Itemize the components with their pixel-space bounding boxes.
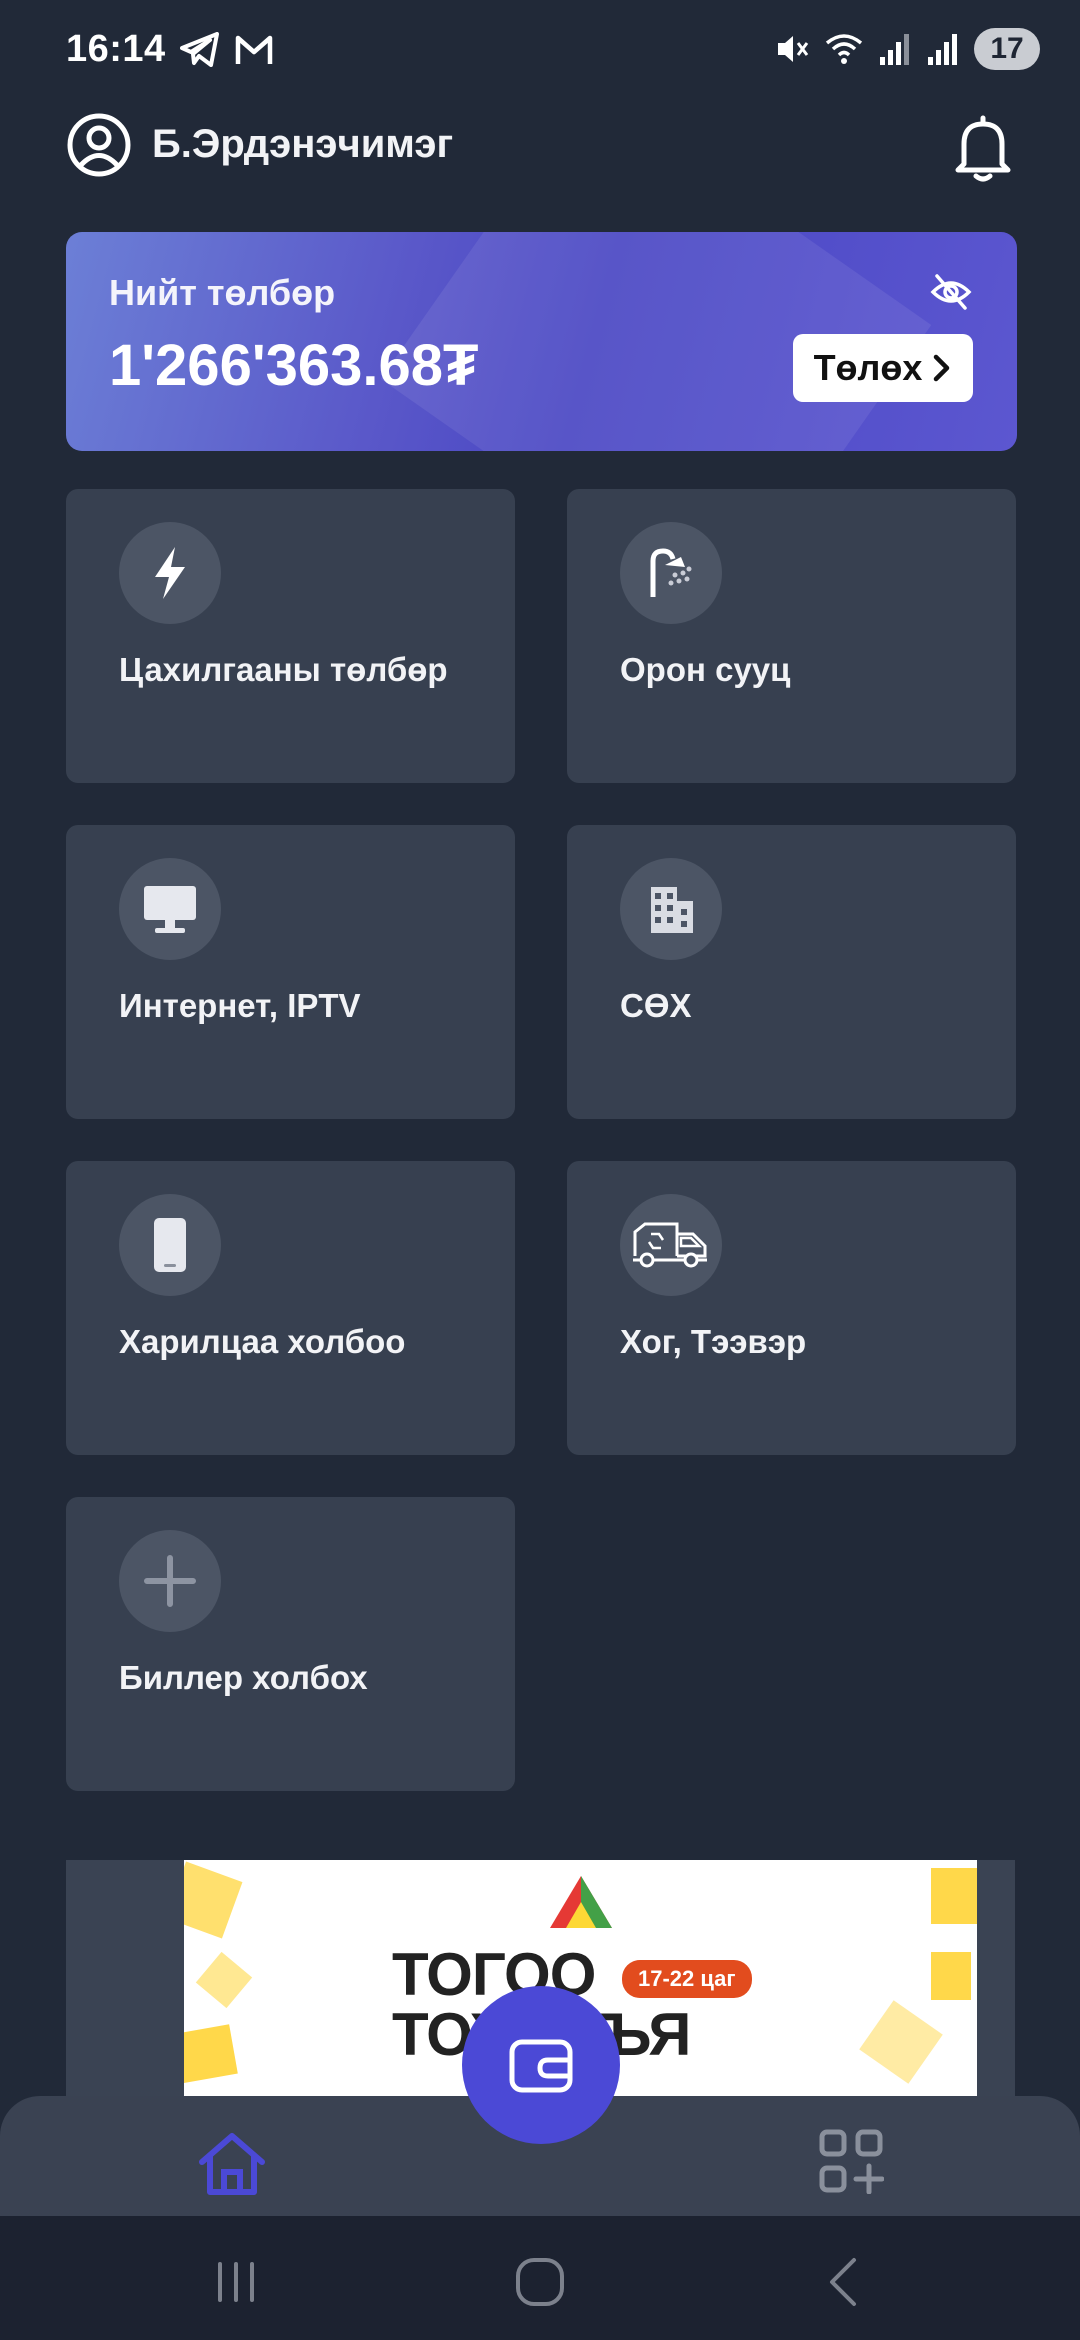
tile-waste-transport[interactable]: Хог, Тээвэр: [567, 1161, 1016, 1455]
bell-icon[interactable]: [950, 112, 1016, 184]
tile-electricity[interactable]: Цахилгааны төлбөр: [66, 489, 515, 783]
wallet-icon: [509, 2039, 573, 2093]
status-bar: 16:14 17: [0, 0, 1080, 100]
tile-label: Цахилгааны төлбөр: [119, 651, 448, 688]
pay-button[interactable]: Төлөх: [793, 334, 973, 402]
tile-label: Хог, Тээвэр: [620, 1323, 807, 1360]
tile-label: Биллер холбох: [119, 1659, 368, 1696]
tile-label: Харилцаа холбоо: [119, 1323, 406, 1360]
tile-connect-biller[interactable]: Биллер холбох: [66, 1497, 515, 1791]
total-amount: 1'266'363.68₮: [109, 333, 479, 398]
wallet-button[interactable]: [462, 1986, 620, 2144]
status-left-icons: [180, 32, 274, 68]
phone-icon: [119, 1194, 221, 1296]
tile-hoa[interactable]: СӨХ: [567, 825, 1016, 1119]
monitor-icon: [119, 858, 221, 960]
tile-apartment[interactable]: Орон сууц: [567, 489, 1016, 783]
wifi-icon: [825, 34, 863, 64]
total-payment-card: Нийт төлбөр 1'266'363.68₮ Төлөх: [66, 232, 1017, 451]
eye-off-icon[interactable]: [929, 270, 973, 314]
status-time: 16:14: [66, 28, 166, 70]
tile-label: Интернет, IPTV: [119, 987, 361, 1024]
user-avatar-icon[interactable]: [66, 112, 132, 178]
status-right: 17: [774, 28, 1040, 70]
truck-icon: [620, 1194, 722, 1296]
back-icon[interactable]: [816, 2254, 872, 2310]
tile-label: Орон сууц: [620, 651, 791, 688]
system-nav-bar: [0, 2216, 1080, 2340]
telegram-icon: [180, 32, 219, 67]
gmail-icon: [235, 35, 273, 64]
signal-icon: [928, 34, 957, 65]
user-name[interactable]: Б.Эрдэнэчимэг: [152, 122, 453, 167]
tile-internet[interactable]: Интернет, IPTV: [66, 825, 515, 1119]
lightning-icon: [119, 522, 221, 624]
tile-telecom[interactable]: Харилцаа холбоо: [66, 1161, 515, 1455]
mute-icon: [778, 36, 809, 62]
home-icon[interactable]: [196, 2128, 268, 2200]
chevron-right-icon: [934, 354, 950, 382]
home-button-icon[interactable]: [512, 2254, 568, 2310]
signal-icon: [880, 34, 909, 65]
pay-button-label: Төлөх: [813, 347, 923, 388]
battery-indicator: 17: [974, 28, 1040, 70]
building-icon: [620, 858, 722, 960]
plus-icon: [119, 1530, 221, 1632]
header: Б.Эрдэнэчимэг: [66, 112, 1016, 182]
brand-logo: [550, 1876, 612, 1928]
banner-badge: 17-22 цаг: [622, 1960, 752, 1998]
recent-apps-icon[interactable]: [208, 2254, 264, 2310]
apps-add-icon[interactable]: [818, 2128, 884, 2194]
total-label: Нийт төлбөр: [109, 272, 336, 313]
tile-label: СӨХ: [620, 987, 692, 1024]
shower-icon: [620, 522, 722, 624]
